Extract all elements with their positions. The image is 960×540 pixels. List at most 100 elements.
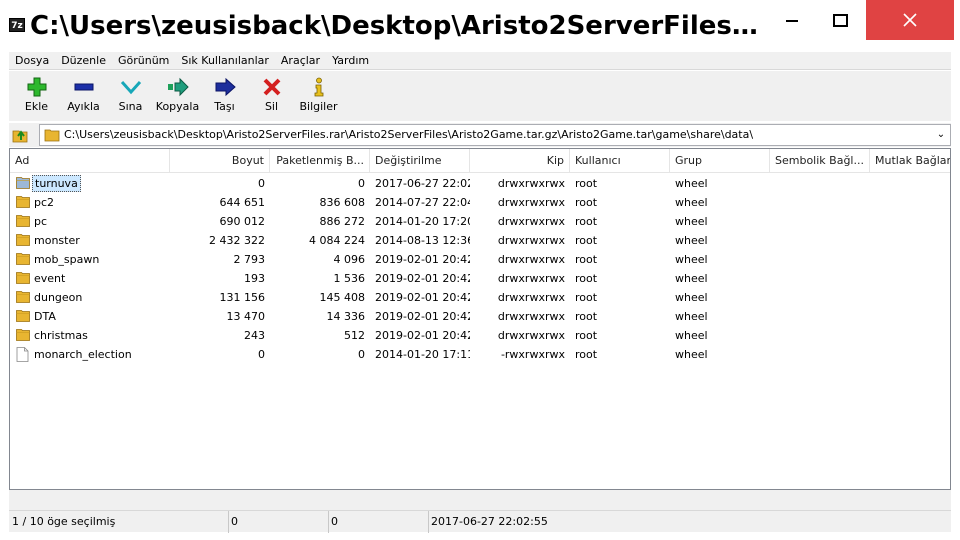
cell-size: 193 (244, 272, 265, 285)
path-combobox[interactable]: C:\Users\zeusisback\Desktop\Aristo2Serve… (39, 124, 951, 146)
cell-group: wheel (675, 310, 708, 323)
cell-name: dungeon (14, 288, 170, 307)
folder-icon (44, 129, 60, 142)
cell-name: pc (14, 212, 170, 231)
cell-group: wheel (675, 234, 708, 247)
test-label: Sına (118, 100, 143, 113)
folder-icon (16, 310, 30, 322)
menu-gorunum[interactable]: Görünüm (112, 52, 175, 69)
cell-user: root (575, 196, 598, 209)
cell-name: mob_spawn (14, 250, 170, 269)
check-icon (120, 80, 141, 95)
delete-button[interactable]: Sil (248, 71, 295, 121)
cell-modified: 2014-01-20 17:11 (375, 348, 470, 361)
column-name[interactable]: Ad (10, 149, 170, 173)
cell-packed: 14 336 (326, 310, 366, 323)
table-row[interactable]: pc2 644 651 836 608 2014-07-27 22:04 drwxrwx… (10, 193, 950, 212)
move-button[interactable]: Taşı (201, 71, 248, 121)
extract-button[interactable]: Ayıkla (60, 71, 107, 121)
cell-size: 131 156 (219, 291, 266, 304)
cell-packed: 512 (344, 329, 365, 342)
cell-mode: -rwxrwxrwx (500, 348, 565, 361)
row-name: christmas (34, 329, 88, 342)
copy-button[interactable]: Kopyala (154, 71, 201, 121)
table-row[interactable]: monarch_election 0 0 2014-01-20 17:11 -rwxrw… (10, 345, 950, 364)
cell-modified: 2019-02-01 20:42 (375, 291, 470, 304)
cell-mode: drwxrwxrwx (497, 253, 565, 266)
up-folder-button[interactable] (11, 126, 31, 144)
cell-packed: 4 096 (333, 253, 366, 266)
close-icon (903, 13, 917, 27)
cell-mode: drwxrwxrwx (497, 196, 565, 209)
table-row[interactable]: event 193 1 536 2019-02-01 20:42 drwxrwxrwx r… (10, 269, 950, 288)
row-name: DTA (34, 310, 56, 323)
cell-modified: 2019-02-01 20:42 (375, 310, 470, 323)
column-size[interactable]: Boyut (170, 149, 270, 173)
delete-label: Sil (264, 100, 279, 113)
folder-icon (16, 196, 30, 208)
path-text: C:\Users\zeusisback\Desktop\Aristo2Serve… (64, 128, 754, 141)
close-button[interactable] (866, 0, 954, 40)
column-mode[interactable]: Kip (470, 149, 570, 173)
table-row[interactable]: monster 2 432 322 4 084 224 2014-08-13 12:3… (10, 231, 950, 250)
table-row[interactable]: dungeon 131 156 145 408 2019-02-01 20:42 drw… (10, 288, 950, 307)
maximize-button[interactable] (816, 0, 864, 40)
folder-icon (16, 253, 30, 265)
row-name: mob_spawn (34, 253, 100, 266)
folder-icon (16, 234, 30, 246)
cell-user: root (575, 272, 598, 285)
address-bar: C:\Users\zeusisback\Desktop\Aristo2Serve… (9, 123, 951, 147)
cell-size: 243 (244, 329, 265, 342)
row-name: monster (34, 234, 80, 247)
file-icon (16, 347, 29, 362)
column-group[interactable]: Grup (670, 149, 770, 173)
menu-dosya[interactable]: Dosya (9, 52, 55, 69)
test-button[interactable]: Sına (107, 71, 154, 121)
minus-icon (74, 83, 93, 91)
info-button[interactable]: Bilgiler (295, 71, 342, 121)
menu-araclar[interactable]: Araçlar (275, 52, 326, 69)
menu-favorites[interactable]: Sık Kullanılanlar (175, 52, 275, 69)
cell-packed: 836 608 (319, 196, 366, 209)
column-symlink[interactable]: Sembolik Bağl... (770, 149, 870, 173)
rows-container: turnuva 0 0 2017-06-27 22:02 drwxrwxrwx root w… (10, 174, 950, 364)
column-modified[interactable]: Değiştirilme (370, 149, 470, 173)
table-row[interactable]: DTA 13 470 14 336 2019-02-01 20:42 drwxrwxrw… (10, 307, 950, 326)
cell-group: wheel (675, 196, 708, 209)
menu-yardim[interactable]: Yardım (326, 52, 375, 69)
cell-packed: 0 (358, 177, 365, 190)
status-size: 0 (229, 511, 329, 533)
cell-modified: 2014-01-20 17:20 (375, 215, 470, 228)
table-row[interactable]: mob_spawn 2 793 4 096 2019-02-01 20:42 drwxr… (10, 250, 950, 269)
cell-mode: drwxrwxrwx (497, 310, 565, 323)
toolbar: Ekle Ayıkla Sına Kopyala Taşı Sil Bilgil… (9, 71, 951, 121)
cell-modified: 2017-06-27 22:02 (375, 177, 470, 190)
plus-icon (27, 77, 46, 97)
cell-mode: drwxrwxrwx (497, 177, 565, 190)
table-row[interactable]: pc 690 012 886 272 2014-01-20 17:20 drwxrwxr… (10, 212, 950, 231)
cell-group: wheel (675, 348, 708, 361)
cell-modified: 2019-02-01 20:42 (375, 272, 470, 285)
chevron-down-icon[interactable]: ⌄ (934, 126, 948, 144)
table-row[interactable]: christmas 243 512 2019-02-01 20:42 drwxrwxrw… (10, 326, 950, 345)
add-button[interactable]: Ekle (13, 71, 60, 121)
column-hardlinks[interactable]: Mutlak Bağlar (870, 149, 950, 173)
cell-size: 2 793 (233, 253, 266, 266)
table-row[interactable]: turnuva 0 0 2017-06-27 22:02 drwxrwxrwx root w… (10, 174, 950, 193)
minimize-button[interactable] (768, 0, 816, 40)
folder-icon (16, 329, 30, 341)
menu-duzenle[interactable]: Düzenle (55, 52, 112, 69)
cell-packed: 4 084 224 (309, 234, 365, 247)
column-user[interactable]: Kullanıcı (570, 149, 670, 173)
cell-mode: drwxrwxrwx (497, 272, 565, 285)
cell-user: root (575, 234, 598, 247)
window-title: C:\Users\zeusisback\Desktop\Aristo2Serve… (30, 11, 758, 41)
cell-size: 2 432 322 (209, 234, 265, 247)
column-packed[interactable]: Paketlenmiş B... (270, 149, 370, 173)
row-name: pc (34, 215, 48, 228)
add-label: Ekle (24, 100, 49, 113)
cell-user: root (575, 310, 598, 323)
cell-name: DTA (14, 307, 170, 326)
cell-modified: 2019-02-01 20:42 (375, 329, 470, 342)
file-list[interactable]: Ad Boyut Paketlenmiş B... Değiştirilme K… (9, 148, 951, 490)
